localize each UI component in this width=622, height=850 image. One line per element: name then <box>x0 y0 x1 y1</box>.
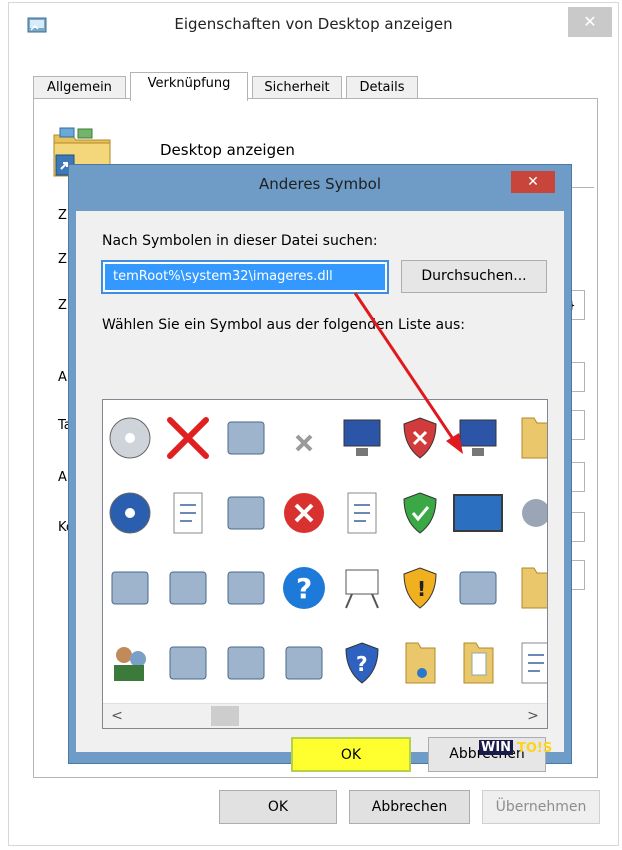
library-icon[interactable] <box>111 571 149 605</box>
grey-x-icon[interactable] <box>295 434 313 452</box>
cancel-button[interactable]: Abbrechen <box>349 790 470 824</box>
change-icon-dialog: Anderes Symbol ✕ Nach Symbolen in dieser… <box>68 164 572 772</box>
dialog-ok-button[interactable]: OK <box>291 737 411 772</box>
cd-music-icon[interactable] <box>109 417 151 459</box>
printer-disk-icon[interactable] <box>169 571 207 605</box>
browse-button[interactable]: Durchsuchen... <box>401 260 547 293</box>
scroll-right-button[interactable]: > <box>523 704 543 728</box>
monitor-icon[interactable] <box>343 419 381 456</box>
apply-button[interactable]: Übernehmen <box>482 790 600 824</box>
red-shield-icon[interactable] <box>403 417 437 459</box>
shortcut-name: Desktop anzeigen <box>160 141 295 159</box>
icon-list-label: Wählen Sie ein Symbol aus der folgenden … <box>102 317 465 333</box>
question-shield-icon[interactable]: ? <box>345 642 379 684</box>
warning-shield-icon[interactable]: ! <box>403 567 437 609</box>
selected-path-text: temRoot%\system32\imageres.dll <box>105 264 385 290</box>
horizontal-scrollbar[interactable]: < > <box>103 703 547 728</box>
svg-text:!: ! <box>417 577 426 601</box>
chip-icon[interactable] <box>227 646 265 680</box>
tab-allgemein[interactable]: Allgemein <box>33 76 126 100</box>
wintotal-watermark: WIN TO!S <box>479 732 597 766</box>
music-folder-icon[interactable] <box>405 642 436 684</box>
green-shield-icon[interactable] <box>403 492 437 534</box>
users-icon[interactable] <box>114 647 146 681</box>
pda-icon[interactable] <box>227 421 265 455</box>
tab-details[interactable]: Details <box>346 76 418 100</box>
list-icon[interactable] <box>521 642 548 684</box>
svg-text:?: ? <box>296 572 312 605</box>
projector-icon[interactable] <box>345 569 379 609</box>
scanner-icon[interactable] <box>227 571 265 605</box>
folder-icon[interactable] <box>521 417 548 459</box>
text-field-icon[interactable] <box>227 496 265 530</box>
dialog-close-button[interactable]: ✕ <box>511 171 555 193</box>
programs-icon[interactable] <box>459 571 497 605</box>
watermark-win: WIN <box>479 740 514 755</box>
svg-text:?: ? <box>356 652 368 676</box>
window-close-button[interactable]: ✕ <box>568 7 612 37</box>
scroll-left-button[interactable]: < <box>107 704 127 728</box>
ok-button[interactable]: OK <box>219 790 337 824</box>
desktop-icon[interactable] <box>453 494 503 532</box>
network-frame-icon[interactable] <box>285 646 323 680</box>
scroll-thumb[interactable] <box>211 706 239 726</box>
red-x-icon[interactable] <box>167 417 209 459</box>
folder-icon[interactable] <box>521 567 548 609</box>
dialog-body: Nach Symbolen in dieser Datei suchen: te… <box>76 211 564 772</box>
blank-page-icon[interactable] <box>347 492 377 534</box>
help-icon[interactable]: ? <box>283 567 325 609</box>
tablet-icon[interactable] <box>169 646 207 680</box>
document-icon[interactable] <box>173 492 203 534</box>
tab-sicherheit[interactable]: Sicherheit <box>252 76 342 100</box>
tab-verknuepfung[interactable]: Verknüpfung <box>130 72 248 101</box>
icon-list[interactable]: ?!? < > <box>102 399 548 729</box>
watermark-tools: TO!S <box>517 741 553 756</box>
search-file-label: Nach Symbolen in dieser Datei suchen: <box>102 233 378 249</box>
icon-grid[interactable]: ?!? <box>103 400 548 704</box>
document-folder-icon[interactable] <box>463 642 494 684</box>
clock-disc-icon[interactable] <box>109 492 151 534</box>
error-icon[interactable] <box>284 493 324 533</box>
icon-file-path-input[interactable]: temRoot%\system32\imageres.dll <box>101 260 389 294</box>
window-title: Eigenschaften von Desktop anzeigen <box>174 15 453 33</box>
computer-network-icon[interactable] <box>459 419 497 456</box>
divider <box>570 187 594 188</box>
gear-icon[interactable] <box>522 499 548 527</box>
dialog-title: Anderes Symbol <box>258 175 382 193</box>
